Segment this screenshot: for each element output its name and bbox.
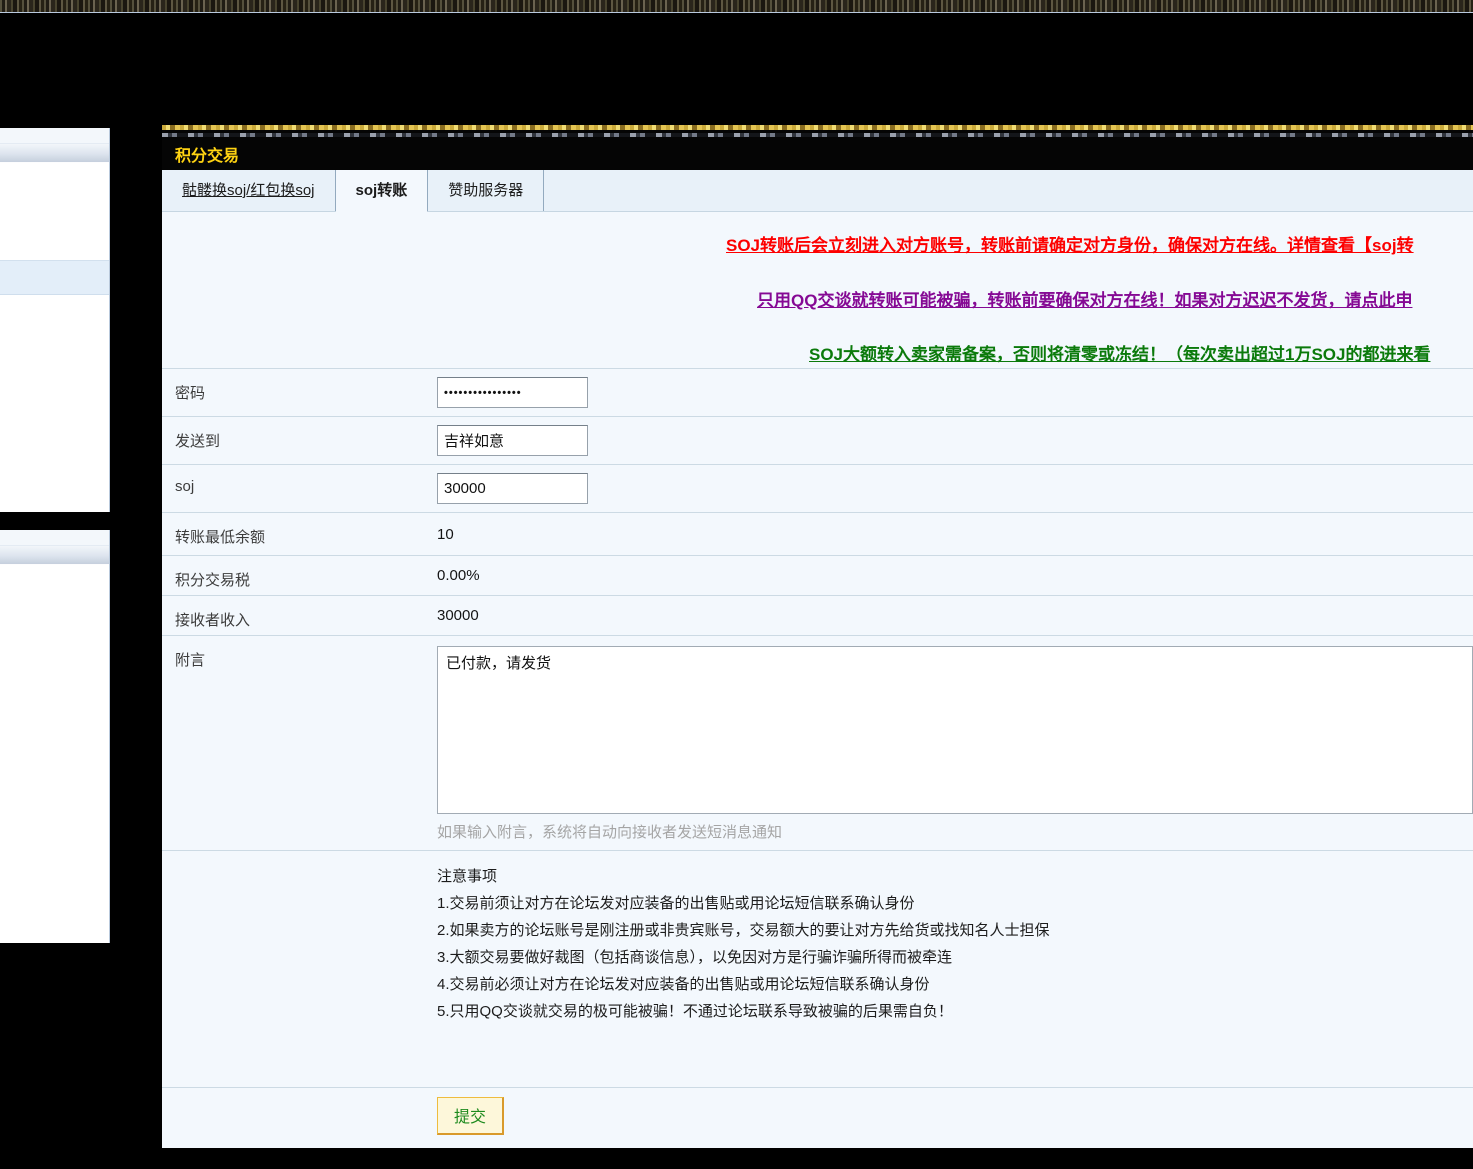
left-panel-highlight-row (0, 260, 109, 295)
receiver-income-row: 接收者收入 30000 (162, 595, 1473, 635)
send-to-field[interactable] (437, 425, 588, 456)
warning-link-red[interactable]: SOJ转账后会立刻进入对方账号，转账前请确定对方身份，确保对方在线。详情查看【s… (726, 235, 1473, 257)
decorative-top-border (0, 0, 1473, 13)
tab-sponsor-server[interactable]: 赞助服务器 (428, 170, 544, 211)
notice-section: 注意事项 1.交易前须让对方在论坛发对应装备的出售贴或用论坛短信联系确认身份 2… (162, 850, 1473, 1087)
trade-tax-label: 积分交易税 (162, 556, 437, 595)
left-panel-header-bar (0, 546, 109, 565)
note-textarea[interactable]: 已付款，请发货 (437, 646, 1473, 814)
trade-tax-value: 0.00% (437, 556, 1473, 595)
notice-title: 注意事项 (437, 863, 1473, 890)
password-label: 密码 (162, 369, 437, 416)
warning-link-green[interactable]: SOJ大额转入卖家需备案，否则将清零或冻结！（每次卖出超过1万SOJ的都进来看 (809, 344, 1473, 366)
password-row: 密码 (162, 368, 1473, 416)
left-panel-body (0, 295, 109, 512)
left-panel-header-bar (0, 144, 109, 163)
tab-bar: 骷髅换soj/红包换soj soj转账 赞助服务器 (162, 170, 1473, 212)
trade-tax-row: 积分交易税 0.00% (162, 555, 1473, 595)
send-to-row: 发送到 (162, 416, 1473, 464)
tab-skull-exchange[interactable]: 骷髅换soj/红包换soj (162, 170, 336, 211)
note-row: 附言 已付款，请发货 如果输入附言，系统将自动向接收者发送短消息通知 (162, 635, 1473, 850)
min-balance-label: 转账最低余额 (162, 513, 437, 555)
left-panel-strip (0, 530, 109, 546)
left-panel-body (0, 163, 109, 260)
background-left-panel-bottom (0, 530, 110, 943)
warning-link-purple[interactable]: 只用QQ交谈就转账可能被骗，转账前要确保对方在线！如果对方迟迟不发货，请点此申 (757, 290, 1473, 312)
notice-item-2: 2.如果卖方的论坛账号是刚注册或非贵宾账号，交易额大的要让对方先给货或找知名人士… (437, 917, 1473, 944)
receiver-income-value: 30000 (437, 596, 1473, 635)
notice-item-5: 5.只用QQ交谈就交易的极可能被骗！不通过论坛联系导致被骗的后果需自负！ (437, 998, 1473, 1025)
left-panel-body (0, 565, 109, 943)
send-to-label: 发送到 (162, 417, 437, 464)
form-content: SOJ转账后会立刻进入对方账号，转账前请确定对方身份，确保对方在线。详情查看【s… (162, 235, 1473, 1135)
window-title-bar: 积分交易 (162, 137, 1473, 170)
min-balance-value: 10 (437, 513, 1473, 555)
left-panel-strip (0, 128, 109, 144)
page-title: 积分交易 (175, 142, 239, 166)
submit-button[interactable]: 提交 (437, 1097, 504, 1135)
notice-item-3: 3.大额交易要做好裁图（包括商谈信息），以免因对方是行骗诈骗所得而被牵连 (437, 944, 1473, 971)
notice-item-4: 4.交易前必须让对方在论坛发对应装备的出售贴或用论坛短信联系确认身份 (437, 971, 1473, 998)
soj-label: soj (162, 465, 437, 512)
password-field[interactable] (437, 377, 588, 408)
notice-item-1: 1.交易前须让对方在论坛发对应装备的出售贴或用论坛短信联系确认身份 (437, 890, 1473, 917)
submit-row: 提交 (162, 1087, 1473, 1135)
tab-soj-transfer[interactable]: soj转账 (336, 170, 429, 212)
points-trade-window: 积分交易 骷髅换soj/红包换soj soj转账 赞助服务器 SOJ转账后会立刻… (162, 125, 1473, 1148)
note-label: 附言 (162, 636, 437, 850)
soj-amount-field[interactable] (437, 473, 588, 504)
receiver-income-text: 30000 (437, 607, 479, 624)
background-left-panel-top (0, 128, 110, 512)
note-hint-text: 如果输入附言，系统将自动向接收者发送短消息通知 (437, 821, 1473, 850)
min-balance-row: 转账最低余额 10 (162, 512, 1473, 555)
soj-amount-row: soj (162, 464, 1473, 512)
receiver-income-label: 接收者收入 (162, 596, 437, 635)
